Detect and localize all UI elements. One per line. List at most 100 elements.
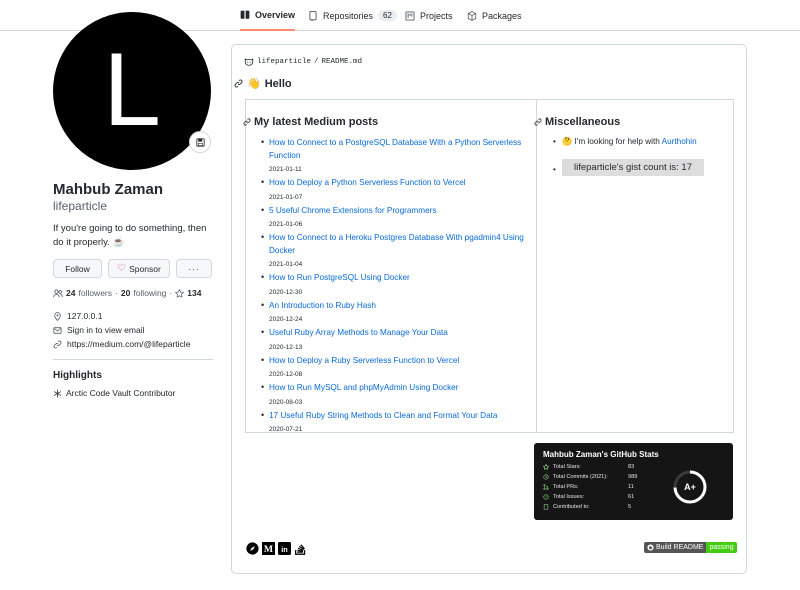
profile-email[interactable]: Sign in to view email [53, 325, 144, 335]
followers-count[interactable]: 24 [66, 288, 75, 298]
profile-website[interactable]: https://medium.com/@lifeparticle [53, 339, 190, 349]
medium-posts-heading-text: My latest Medium posts [254, 116, 379, 128]
tab-packages-label: Packages [482, 10, 522, 21]
post-link[interactable]: How to Deploy a Ruby Serverless Function… [269, 355, 531, 368]
list-item: How to Deploy a Python Serverless Functi… [261, 177, 531, 201]
wave-icon: 👋 [247, 78, 261, 90]
stat-label: Total Commits (2021): [553, 474, 608, 480]
highlight-arctic-vault[interactable]: Arctic Code Vault Contributor [53, 388, 175, 398]
heart-icon: ♡ [117, 263, 127, 274]
stackoverflow-icon[interactable] [294, 542, 307, 555]
following-count[interactable]: 20 [121, 288, 130, 298]
medium-posts-list: How to Connect to a PostgreSQL Database … [261, 137, 531, 437]
post-date: 2020-12-24 [269, 316, 303, 323]
project-icon [405, 10, 415, 21]
post-link[interactable]: How to Connect to a Heroku Postgres Data… [269, 232, 531, 257]
kebab-icon: ··· [188, 263, 200, 274]
readme-filepath: lifeparticle / README.md [244, 57, 362, 66]
list-item: 🤔 I'm looking for help with Aurthohin [553, 137, 728, 147]
stat-row: Total Commits (2021): 989 [543, 474, 637, 480]
post-date: 2020-07-21 [269, 426, 303, 433]
post-link[interactable]: An Introduction to Ruby Hash [269, 300, 531, 313]
badge-left-text: Build README [656, 544, 704, 551]
badge-right-text: passing [706, 542, 737, 553]
tab-projects[interactable]: Projects [405, 0, 453, 31]
smiley-icon [244, 58, 254, 66]
post-link[interactable]: How to Run PostgreSQL Using Docker [269, 272, 531, 285]
miscellaneous-heading: Miscellaneous [534, 116, 620, 128]
medium-posts-heading: My latest Medium posts [243, 116, 378, 128]
list-item: How to Deploy a Ruby Serverless Function… [261, 355, 531, 379]
svg-text:in: in [281, 545, 288, 554]
email-text[interactable]: Sign in to view email [67, 325, 144, 335]
anchor-link-icon[interactable] [243, 118, 251, 126]
highlight-label: Arctic Code Vault Contributor [66, 388, 176, 398]
list-item: How to Run PostgreSQL Using Docker 2020-1… [261, 272, 531, 296]
post-date: 2021-01-11 [269, 166, 302, 173]
list-item: How to Connect to a PostgreSQL Database … [261, 137, 531, 173]
post-link[interactable]: How to Run MySQL and phpMyAdmin Using Do… [269, 382, 531, 395]
post-link[interactable]: 17 Useful Ruby String Methods to Clean a… [269, 410, 531, 423]
link-icon [53, 340, 62, 348]
readme-owner[interactable]: lifeparticle [257, 58, 311, 66]
profile-full-name: Mahbub Zaman [53, 181, 164, 198]
post-link[interactable]: Useful Ruby Array Methods to Manage Your… [269, 327, 531, 340]
stat-value: 989 [628, 474, 638, 480]
more-options-button[interactable]: ··· [176, 259, 212, 278]
tab-projects-label: Projects [420, 10, 453, 21]
people-icon [53, 288, 63, 297]
tab-repositories[interactable]: Repositories 62 [308, 0, 397, 31]
sidebar-divider [53, 359, 213, 360]
misc-text: I'm looking for help with [574, 137, 660, 146]
svg-text:M: M [264, 544, 273, 555]
readme-table-divider [536, 99, 537, 433]
repo-icon [543, 504, 549, 510]
website-link[interactable]: https://medium.com/@lifeparticle [67, 339, 190, 349]
aurthohin-link[interactable]: Aurthohin [662, 137, 697, 146]
post-link[interactable]: How to Deploy a Python Serverless Functi… [269, 177, 531, 190]
stat-row: Total PRs: 11 [543, 484, 634, 490]
stats-card-title: Mahbub Zaman's GitHub Stats [543, 450, 659, 459]
linkedin-icon[interactable]: in [278, 542, 291, 555]
svg-text:L: L [103, 32, 161, 148]
stars-count[interactable]: 134 [187, 288, 201, 298]
save-icon [195, 137, 205, 147]
list-item: How to Connect to a Heroku Postgres Data… [261, 232, 531, 268]
stat-label: Total PRs: [553, 484, 579, 490]
medium-icon[interactable]: M [262, 542, 275, 555]
post-date: 2020-08-03 [269, 398, 303, 406]
tab-packages[interactable]: Packages [467, 0, 522, 31]
star-icon [175, 288, 185, 298]
following-label[interactable]: following [133, 288, 166, 298]
set-status-button[interactable] [189, 131, 211, 153]
sponsor-button[interactable]: ♡ Sponsor [108, 259, 170, 278]
follow-button-label: Follow [65, 263, 90, 274]
stats-separator: · [169, 288, 173, 298]
profile-bio: If you're going to do something, then do… [53, 223, 207, 248]
sponsor-button-label: Sponsor [129, 263, 161, 274]
anchor-link-icon[interactable] [234, 79, 243, 88]
tab-overview[interactable]: Overview [240, 0, 296, 31]
post-link[interactable]: 5 Useful Chrome Extensions for Programme… [269, 205, 531, 218]
book-icon [240, 10, 250, 19]
readme-file[interactable]: README.md [322, 58, 363, 66]
social-links: M in [246, 542, 307, 555]
build-readme-badge[interactable]: Build README passing [644, 542, 737, 553]
post-date: 2021-01-07 [269, 193, 303, 201]
stat-value: 83 [628, 464, 635, 470]
avatar[interactable]: L [53, 12, 211, 170]
followers-label[interactable]: followers [78, 288, 112, 298]
badge-left: Build README [644, 542, 707, 553]
stat-label: Contributed to: [553, 504, 590, 510]
issue-icon [543, 494, 549, 500]
compass-icon[interactable] [246, 542, 259, 555]
anchor-link-icon[interactable] [534, 118, 542, 126]
post-date: 2021-01-04 [269, 261, 303, 268]
stat-row: Total Issues: 61 [543, 494, 634, 500]
post-link[interactable]: How to Connect to a PostgreSQL Database … [269, 137, 531, 162]
highlights-heading: Highlights [53, 370, 102, 381]
follow-button[interactable]: Follow [53, 259, 102, 278]
avatar-letter: L [103, 32, 161, 148]
snowflake-icon [53, 389, 62, 397]
profile-location: 127.0.0.1 [53, 311, 102, 321]
